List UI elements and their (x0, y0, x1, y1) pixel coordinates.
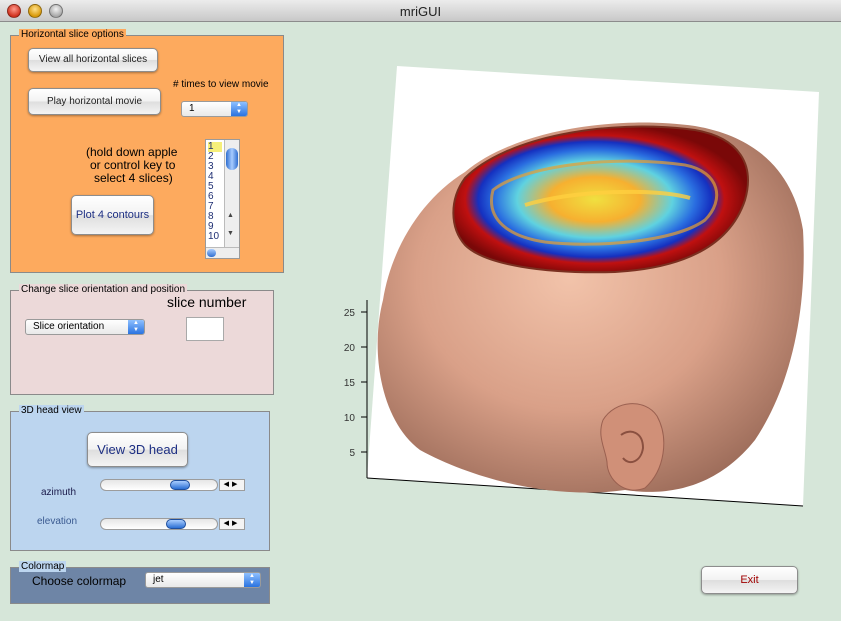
colormap-popup[interactable]: jet ▲ ▼ (145, 572, 261, 588)
title-bar: mriGUI (0, 0, 841, 22)
play-movie-button[interactable]: Play horizontal movie (28, 88, 161, 115)
exit-button[interactable]: Exit (701, 566, 798, 594)
slice-listbox[interactable]: 1 2 3 4 5 6 7 8 9 10 ▲ ▼ (205, 139, 240, 259)
z-axis-tick-label: 10 (344, 413, 356, 424)
scroll-up-arrow-icon[interactable]: ▲ (227, 212, 234, 219)
up-down-arrows-icon: ▲ ▼ (128, 320, 144, 334)
slice-number-input[interactable] (186, 317, 224, 341)
azimuth-label: azimuth (41, 487, 77, 498)
z-axis-tick-label: 15 (344, 378, 356, 389)
instructions-line-1: (hold down apple (86, 145, 178, 159)
times-to-view-value: 1 (189, 103, 195, 114)
slice-orientation-panel: Change slice orientation and position sl… (10, 284, 274, 395)
head-view-legend: 3D head view (19, 405, 84, 416)
instructions-line-3: select 4 slices) (94, 171, 173, 185)
left-right-arrows-icon[interactable]: ◀▶ (219, 479, 245, 491)
window-title: mriGUI (399, 4, 442, 19)
colormap-value: jet (153, 574, 164, 585)
slice-number-label: slice number (167, 294, 247, 310)
azimuth-slider[interactable] (100, 479, 218, 491)
slice-list-vertical-scrollbar[interactable]: ▲ ▼ (224, 140, 239, 248)
view-all-slices-button[interactable]: View all horizontal slices (28, 48, 158, 72)
choose-colormap-label: Choose colormap (32, 574, 127, 588)
left-right-arrows-icon[interactable]: ◀▶ (219, 518, 245, 530)
z-axis-tick-label: 5 (349, 448, 355, 459)
head-3d-axes[interactable]: 25 20 15 10 5 (325, 60, 841, 510)
slice-orientation-legend: Change slice orientation and position (19, 284, 187, 295)
elevation-label: elevation (37, 516, 78, 527)
instructions-line-2: or control key to (90, 158, 176, 172)
colormap-panel: Colormap Choose colormap jet ▲ ▼ (10, 561, 270, 604)
horizontal-slice-panel: Horizontal slice options View all horizo… (10, 29, 284, 273)
scroll-down-arrow-icon[interactable]: ▼ (227, 230, 234, 237)
slice-list-item[interactable]: 10 (208, 232, 219, 242)
slice-orientation-popup[interactable]: Slice orientation ▲ ▼ (25, 319, 145, 335)
slice-list-horizontal-scrollbar[interactable] (206, 247, 239, 258)
up-down-arrows-icon: ▲ ▼ (244, 573, 260, 587)
slice-list-scroll-thumb[interactable] (226, 148, 238, 170)
times-to-view-popup[interactable]: 1 ▲ ▼ (181, 101, 248, 117)
slice-orientation-value: Slice orientation (33, 321, 105, 332)
elevation-slider[interactable] (100, 518, 218, 530)
horizontal-slice-legend: Horizontal slice options (19, 29, 126, 40)
z-axis-tick-label: 20 (344, 343, 356, 354)
z-axis-tick-label: 25 (344, 308, 356, 319)
elevation-slider-thumb[interactable] (166, 519, 186, 529)
colormap-legend: Colormap (19, 561, 67, 572)
up-down-arrows-icon: ▲ ▼ (231, 102, 247, 116)
view-3d-head-button[interactable]: View 3D head (87, 432, 188, 467)
slice-list-hscroll-thumb[interactable] (207, 249, 216, 257)
head-view-panel: 3D head view View 3D head azimuth ◀▶ ele… (10, 405, 270, 551)
azimuth-slider-thumb[interactable] (170, 480, 190, 490)
plot-4-contours-button[interactable]: Plot 4 contours (71, 195, 154, 235)
times-to-view-label: # times to view movie (173, 79, 269, 90)
head-3d-render: 25 20 15 10 5 (344, 66, 819, 507)
